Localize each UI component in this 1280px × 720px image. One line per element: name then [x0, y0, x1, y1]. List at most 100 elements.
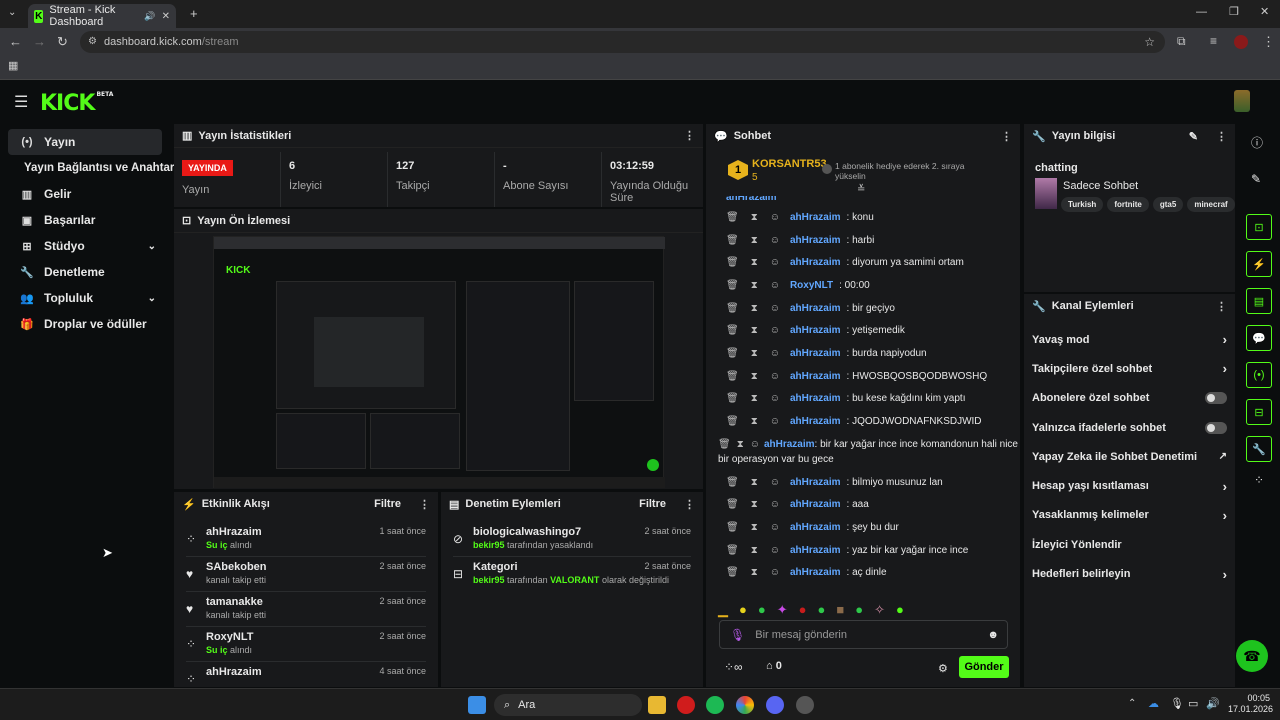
tag[interactable]: fortnite [1107, 197, 1149, 212]
microphone-icon[interactable]: 🎙 [730, 628, 745, 642]
broadcast-toggle-icon[interactable]: (•) [1246, 362, 1272, 388]
app-icon[interactable] [796, 696, 814, 714]
tag[interactable]: Turkish [1061, 197, 1104, 212]
ban-icon[interactable]: ☺ [770, 348, 780, 359]
chat-user[interactable]: ahHrazaim [790, 235, 841, 246]
filter-button[interactable]: Filtre [639, 498, 666, 510]
mod-target[interactable]: biologicalwashingo7 [473, 526, 581, 538]
reload-icon[interactable]: ↻ [57, 35, 68, 48]
ban-icon[interactable]: ☺ [770, 325, 780, 336]
timeout-icon[interactable]: ⧗ [751, 303, 758, 314]
sidebar-item-yayin[interactable]: (•) Yayın [8, 129, 162, 155]
pinned-user[interactable]: KORSANTR53 [752, 158, 827, 170]
channel-action-item[interactable]: Yavaş mod › [1024, 325, 1235, 354]
ban-icon[interactable]: ☺ [750, 439, 760, 450]
volume-icon[interactable]: 🔊 [1206, 697, 1220, 710]
timeout-icon[interactable]: ⧗ [751, 477, 758, 488]
chat-toggle-icon[interactable]: 💬 [1246, 325, 1272, 351]
ban-icon[interactable]: ☺ [770, 303, 780, 314]
emoji-icon[interactable]: ☻ [987, 629, 999, 641]
ban-icon[interactable]: ☺ [770, 212, 780, 223]
site-info-icon[interactable]: ⚙ [88, 36, 97, 47]
forward-icon[interactable]: → [33, 35, 46, 48]
delete-icon[interactable]: 🗑 [726, 416, 739, 427]
timeout-icon[interactable]: ⧗ [751, 257, 758, 268]
url-field[interactable]: ⚙ dashboard.kick.com/stream ☆ [80, 31, 1165, 53]
new-tab-icon[interactable]: + [190, 7, 198, 20]
chat-user[interactable]: ahHrazaim [790, 522, 841, 533]
timeout-icon[interactable]: ⧗ [751, 567, 758, 578]
browser-tab[interactable]: K Stream - Kick Dashboard 🔊 ✕ [28, 4, 176, 28]
more-menu-icon[interactable]: ⋮ [684, 129, 695, 142]
mod-by[interactable]: bekir95 [473, 575, 505, 585]
chrome-icon[interactable] [736, 696, 754, 714]
taskbar-search[interactable]: ⌕ Ara [494, 694, 642, 716]
timeout-icon[interactable]: ⧗ [737, 439, 744, 450]
opera-icon[interactable] [677, 696, 695, 714]
delete-icon[interactable]: 🗑 [726, 499, 739, 510]
spotify-icon[interactable] [706, 696, 724, 714]
more-menu-icon[interactable]: ⋮ [1216, 300, 1227, 313]
stream-preview-video[interactable]: KICK [213, 236, 665, 488]
sidebar-item-droplar[interactable]: 🎁 Droplar ve ödüller [8, 311, 162, 337]
timeout-icon[interactable]: ⧗ [751, 371, 758, 382]
channel-action-item[interactable]: Yalnızca ifadelerle sohbet [1024, 413, 1235, 442]
chat-user[interactable]: ahHrazaim [790, 545, 841, 556]
sidebar-item-topluluk[interactable]: 👥 Topluluk ⌄ [8, 285, 162, 311]
toggle-switch[interactable] [1205, 392, 1227, 405]
moderation-toggle-icon[interactable]: ⊟ [1246, 399, 1272, 425]
close-window-icon[interactable]: ✕ [1260, 7, 1269, 18]
delete-icon[interactable]: 🗑 [726, 477, 739, 488]
delete-icon[interactable]: 🗑 [726, 303, 739, 314]
edit-icon[interactable]: ✎ [1251, 172, 1261, 186]
timeout-icon[interactable]: ⧗ [751, 499, 758, 510]
channel-action-item[interactable]: İzleyici Yönlendir [1024, 530, 1235, 559]
delete-icon[interactable]: 🗑 [726, 212, 739, 223]
toggle-switch[interactable] [1205, 421, 1227, 434]
expand-chevron-icon[interactable]: ≚ [857, 184, 865, 195]
sidebar-item-studyo[interactable]: ⊞ Stüdyo ⌄ [8, 233, 162, 259]
tab-list-icon[interactable]: ⌄ [8, 8, 16, 18]
channel-action-item[interactable]: Yasaklanmış kelimeler › [1024, 501, 1235, 530]
document-toggle-icon[interactable]: ▤ [1246, 288, 1272, 314]
activity-user[interactable]: ahHrazaim [206, 526, 262, 538]
category-thumbnail[interactable] [1035, 178, 1057, 209]
kick-logo[interactable]: KICK BETA [40, 91, 113, 116]
discord-icon[interactable] [766, 696, 784, 714]
ban-icon[interactable]: ☺ [770, 235, 780, 246]
chat-user[interactable]: ahHrazaim [790, 416, 841, 427]
timeout-icon[interactable]: ⧗ [751, 235, 758, 246]
chat-user[interactable]: ahHrazaim [790, 499, 841, 510]
chat-input[interactable]: 🎙 Bir mesaj gönderin ☻ [719, 620, 1008, 649]
preview-toggle-icon[interactable]: ⊡ [1246, 214, 1272, 240]
delete-icon[interactable]: 🗑 [726, 235, 739, 246]
chat-user[interactable]: ahHrazaim [790, 303, 841, 314]
delete-icon[interactable]: 🗑 [726, 257, 739, 268]
timeout-icon[interactable]: ⧗ [751, 325, 758, 336]
info-icon[interactable]: ⓘ [1251, 134, 1263, 151]
speaker-icon[interactable]: 🔊 [144, 11, 155, 22]
delete-icon[interactable]: 🗑 [726, 545, 739, 556]
tray-chevron-icon[interactable]: ⌃ [1128, 698, 1136, 709]
timeout-icon[interactable]: ⧗ [751, 416, 758, 427]
ban-icon[interactable]: ☺ [770, 545, 780, 556]
sidebar-item-gelir[interactable]: ▥ Gelir [8, 181, 162, 207]
microphone-tray-icon[interactable]: 🎙 [1170, 697, 1184, 710]
delete-icon[interactable]: 🗑 [726, 567, 739, 578]
channel-action-item[interactable]: Yapay Zeka ile Sohbet Denetimi ↗ [1024, 442, 1235, 471]
activity-user[interactable]: tamanakke [206, 596, 263, 608]
timeout-icon[interactable]: ⧗ [751, 280, 758, 291]
restore-icon[interactable]: ❐ [1229, 7, 1239, 18]
sidebar-item-denetleme[interactable]: 🔧 Denetleme [8, 259, 162, 285]
chat-user[interactable]: ahHrazaim [790, 212, 841, 223]
chat-user[interactable]: ahHrazaim [790, 348, 841, 359]
more-menu-icon[interactable]: ⋮ [1001, 130, 1012, 143]
chat-user[interactable]: ahHrazaim [790, 567, 841, 578]
wrench-toggle-icon[interactable]: 🔧 [1246, 436, 1272, 462]
browser-menu-icon[interactable]: ⋮ [1262, 35, 1275, 48]
chat-user[interactable]: ahHrazaim [790, 371, 841, 382]
ban-icon[interactable]: ☺ [770, 393, 780, 404]
hamburger-menu-icon[interactable]: ☰ [14, 92, 28, 112]
user-avatar[interactable] [1234, 90, 1250, 112]
ban-icon[interactable]: ☺ [770, 522, 780, 533]
